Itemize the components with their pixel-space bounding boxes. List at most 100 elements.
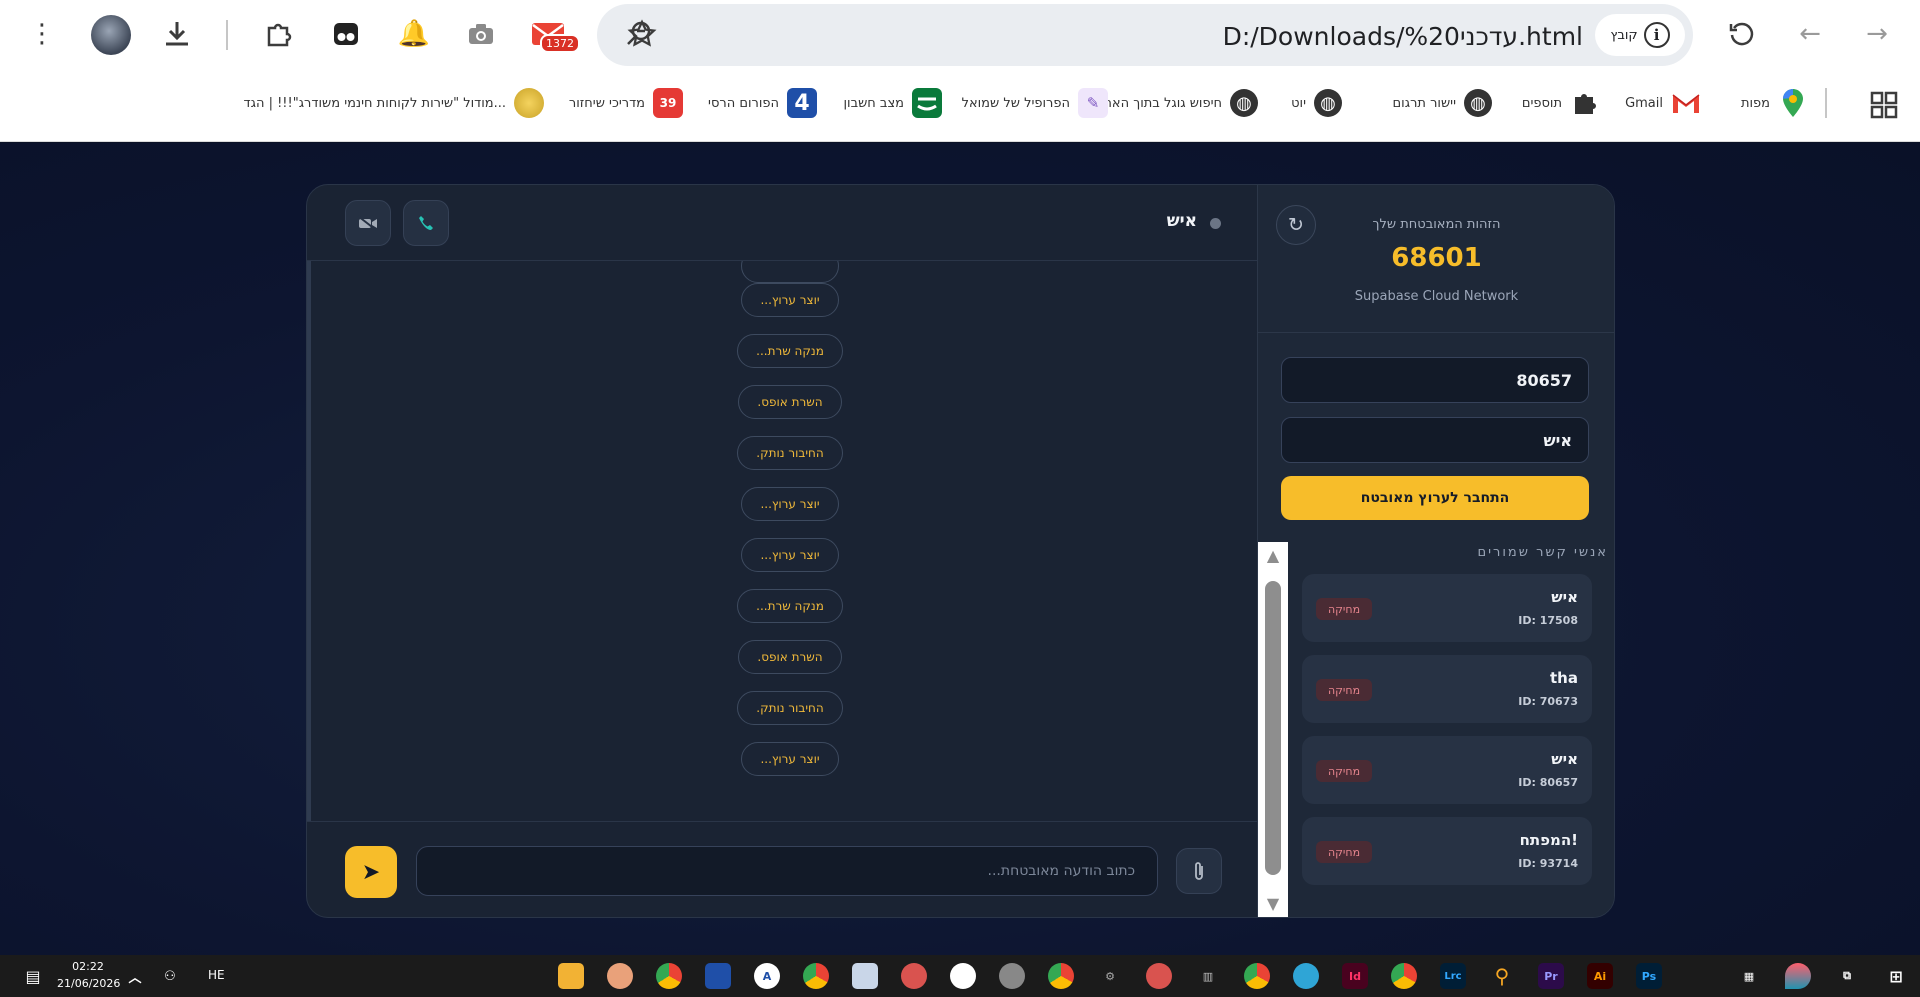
app-tool-icon[interactable]: ⚙ <box>1097 963 1123 989</box>
name-input[interactable] <box>1281 417 1589 463</box>
premiere-icon[interactable]: Pr <box>1538 963 1564 989</box>
chrome-icon[interactable] <box>803 963 829 989</box>
bookmark-restore-guides[interactable]: 39 מדריכי שיחזור <box>569 86 683 120</box>
chrome-icon[interactable] <box>1391 963 1417 989</box>
os-taskbar: ▤ 02:22 21/06/2026 ︿ ⚇ HE A ⚙ ▥ Id Lrc ⚲… <box>0 955 1920 997</box>
illustrator-icon[interactable]: Ai <box>1587 963 1613 989</box>
chrome-icon[interactable] <box>656 963 682 989</box>
attach-button[interactable] <box>1176 848 1222 894</box>
video-call-button[interactable] <box>345 200 391 246</box>
url-text[interactable]: D:/Downloads/%20עדכני.html <box>1223 22 1583 51</box>
lightroom-classic-icon[interactable]: Lrc <box>1440 963 1466 989</box>
bookmark-label: יישור תרגום <box>1392 95 1456 111</box>
message-input[interactable] <box>416 846 1158 896</box>
connect-secure-channel-button[interactable]: התחבר לערוץ מאובטח <box>1281 476 1589 520</box>
people-icon[interactable]: ⚇ <box>157 963 183 989</box>
app-notes-icon[interactable]: ▥ <box>1195 963 1221 989</box>
globe-icon: ◍ <box>1230 89 1258 117</box>
contact-card[interactable]: איש ID: 17508 מחיקה <box>1302 574 1592 642</box>
photoshop-icon[interactable]: Ps <box>1636 963 1662 989</box>
tray-chevron-icon[interactable]: ︿ <box>122 963 148 989</box>
bookmark-account-status[interactable]: מצב חשבון <box>844 86 942 120</box>
delete-contact-button[interactable]: מחיקה <box>1316 598 1372 620</box>
profile-avatar[interactable] <box>91 15 131 55</box>
notifications-icon[interactable]: ▤ <box>20 963 46 989</box>
chrome-red-icon[interactable] <box>1146 963 1172 989</box>
app-circle-icon[interactable] <box>950 963 976 989</box>
contacts-scrollbar[interactable]: ▲ ▼ <box>1258 542 1288 917</box>
camera-icon[interactable] <box>461 14 501 54</box>
bell-icon[interactable]: 🔔 <box>394 14 434 54</box>
chrome-profile-icon[interactable] <box>999 963 1025 989</box>
scroll-up-arrow-icon[interactable]: ▲ <box>1258 546 1288 565</box>
app-window-icon[interactable] <box>852 963 878 989</box>
back-arrow-icon[interactable]: ← <box>1790 14 1830 54</box>
refresh-identity-button[interactable]: ↻ <box>1276 205 1316 245</box>
clock[interactable]: 02:22 21/06/2026 <box>57 958 121 992</box>
bookmark-label: הפרופיל של שמואל <box>961 95 1070 111</box>
saved-contacts-title: אנשי קשר שמורים <box>1477 545 1608 560</box>
message-bubble: השרת אופס. <box>738 640 842 674</box>
bookmark-maps[interactable]: מפות <box>1741 86 1808 120</box>
module-logo-icon <box>514 88 544 118</box>
sidebar: הזהות המאובטחת שלך 68601 Supabase Cloud … <box>1257 185 1614 917</box>
message-list: יוצר ערוץ... מנקה שרת... השרת אופס. החיב… <box>307 261 1259 821</box>
site-info-chip[interactable]: קובץ i <box>1595 14 1685 56</box>
bookmark-label: חיפוש גוגל בתוך האתר <box>1096 95 1222 111</box>
download-icon[interactable] <box>157 14 197 54</box>
contact-card[interactable]: tha ID: 70673 מחיקה <box>1302 655 1592 723</box>
search-app-icon[interactable]: ⚲ <box>1489 963 1515 989</box>
edge-icon[interactable] <box>1293 963 1319 989</box>
more-menu-icon[interactable]: ⋮ <box>22 14 62 54</box>
bookmark-translation[interactable]: ◍ יישור תרגום <box>1393 86 1492 120</box>
bookmark-yut[interactable]: ◍ יוט <box>1291 86 1342 120</box>
bookmark-extensions[interactable]: תוספים <box>1522 86 1600 120</box>
bookmark-customer-service-module[interactable]: מודול "שירות לקוחות חינמי משודרג"!!! | ה… <box>243 86 544 120</box>
chat-panel: איש יוצר ערוץ... מנקה שרת... השרת אופס. … <box>307 185 1259 917</box>
reload-icon[interactable] <box>1722 14 1762 54</box>
app-photos-icon[interactable] <box>901 963 927 989</box>
delete-contact-button[interactable]: מחיקה <box>1316 841 1372 863</box>
contact-card[interactable]: המפתח! ID: 93714 מחיקה <box>1302 817 1592 885</box>
forward-arrow-icon[interactable]: → <box>1857 14 1897 54</box>
scroll-down-arrow-icon[interactable]: ▼ <box>1258 894 1288 913</box>
forum-logo-icon: 4 <box>787 88 817 118</box>
indesign-icon[interactable]: Id <box>1342 963 1368 989</box>
app-a-icon[interactable]: A <box>754 963 780 989</box>
clock-date: 21/06/2026 <box>57 977 121 990</box>
scroll-thumb[interactable] <box>1265 581 1281 875</box>
bookmark-google-site-search[interactable]: ◍ חיפוש גוגל בתוך האתר <box>1096 86 1258 120</box>
bookmark-shmuel-profile[interactable]: ✎ הפרופיל של שמואל <box>962 86 1108 120</box>
input-language[interactable]: HE <box>208 968 225 982</box>
address-bar[interactable]: D:/Downloads/%20עדכני.html קובץ i <box>597 4 1693 66</box>
message-bubble: השרת אופס. <box>738 385 842 419</box>
phone-icon <box>419 216 433 230</box>
extensions-icon[interactable] <box>259 14 299 54</box>
voice-call-button[interactable] <box>403 200 449 246</box>
app-avatar-icon[interactable] <box>607 963 633 989</box>
star-bookmark-icon[interactable] <box>622 14 662 54</box>
message-composer: ➤ <box>307 821 1259 917</box>
chrome-icon[interactable] <box>1244 963 1270 989</box>
contact-card[interactable]: איש ID: 80657 מחיקה <box>1302 736 1592 804</box>
bookmark-gmail[interactable]: Gmail <box>1625 86 1701 120</box>
contact-id: ID: 70673 <box>1518 695 1578 708</box>
message-bubble: יוצר ערוץ... <box>741 283 839 317</box>
target-id-input[interactable] <box>1281 357 1589 403</box>
peer-name: איש <box>1166 211 1197 231</box>
delete-contact-button[interactable]: מחיקה <box>1316 679 1372 701</box>
send-button[interactable]: ➤ <box>345 846 397 898</box>
app-drop-icon[interactable] <box>1785 963 1811 989</box>
windows-start-icon[interactable]: ⊞ <box>1883 963 1909 989</box>
chrome-icon[interactable] <box>1048 963 1074 989</box>
tabs-extension-icon[interactable] <box>326 14 366 54</box>
bookmark-forum[interactable]: 4 הפורום הרסי <box>708 86 817 120</box>
media-app-icon[interactable]: ▦ <box>1736 963 1762 989</box>
file-explorer-icon[interactable] <box>558 963 584 989</box>
task-view-icon[interactable]: ⧉ <box>1834 963 1860 989</box>
apps-grid-icon[interactable] <box>1864 85 1904 125</box>
identity-network: Supabase Cloud Network <box>1354 289 1519 304</box>
app-cube-icon[interactable] <box>705 963 731 989</box>
delete-contact-button[interactable]: מחיקה <box>1316 760 1372 782</box>
info-icon: i <box>1643 22 1670 48</box>
